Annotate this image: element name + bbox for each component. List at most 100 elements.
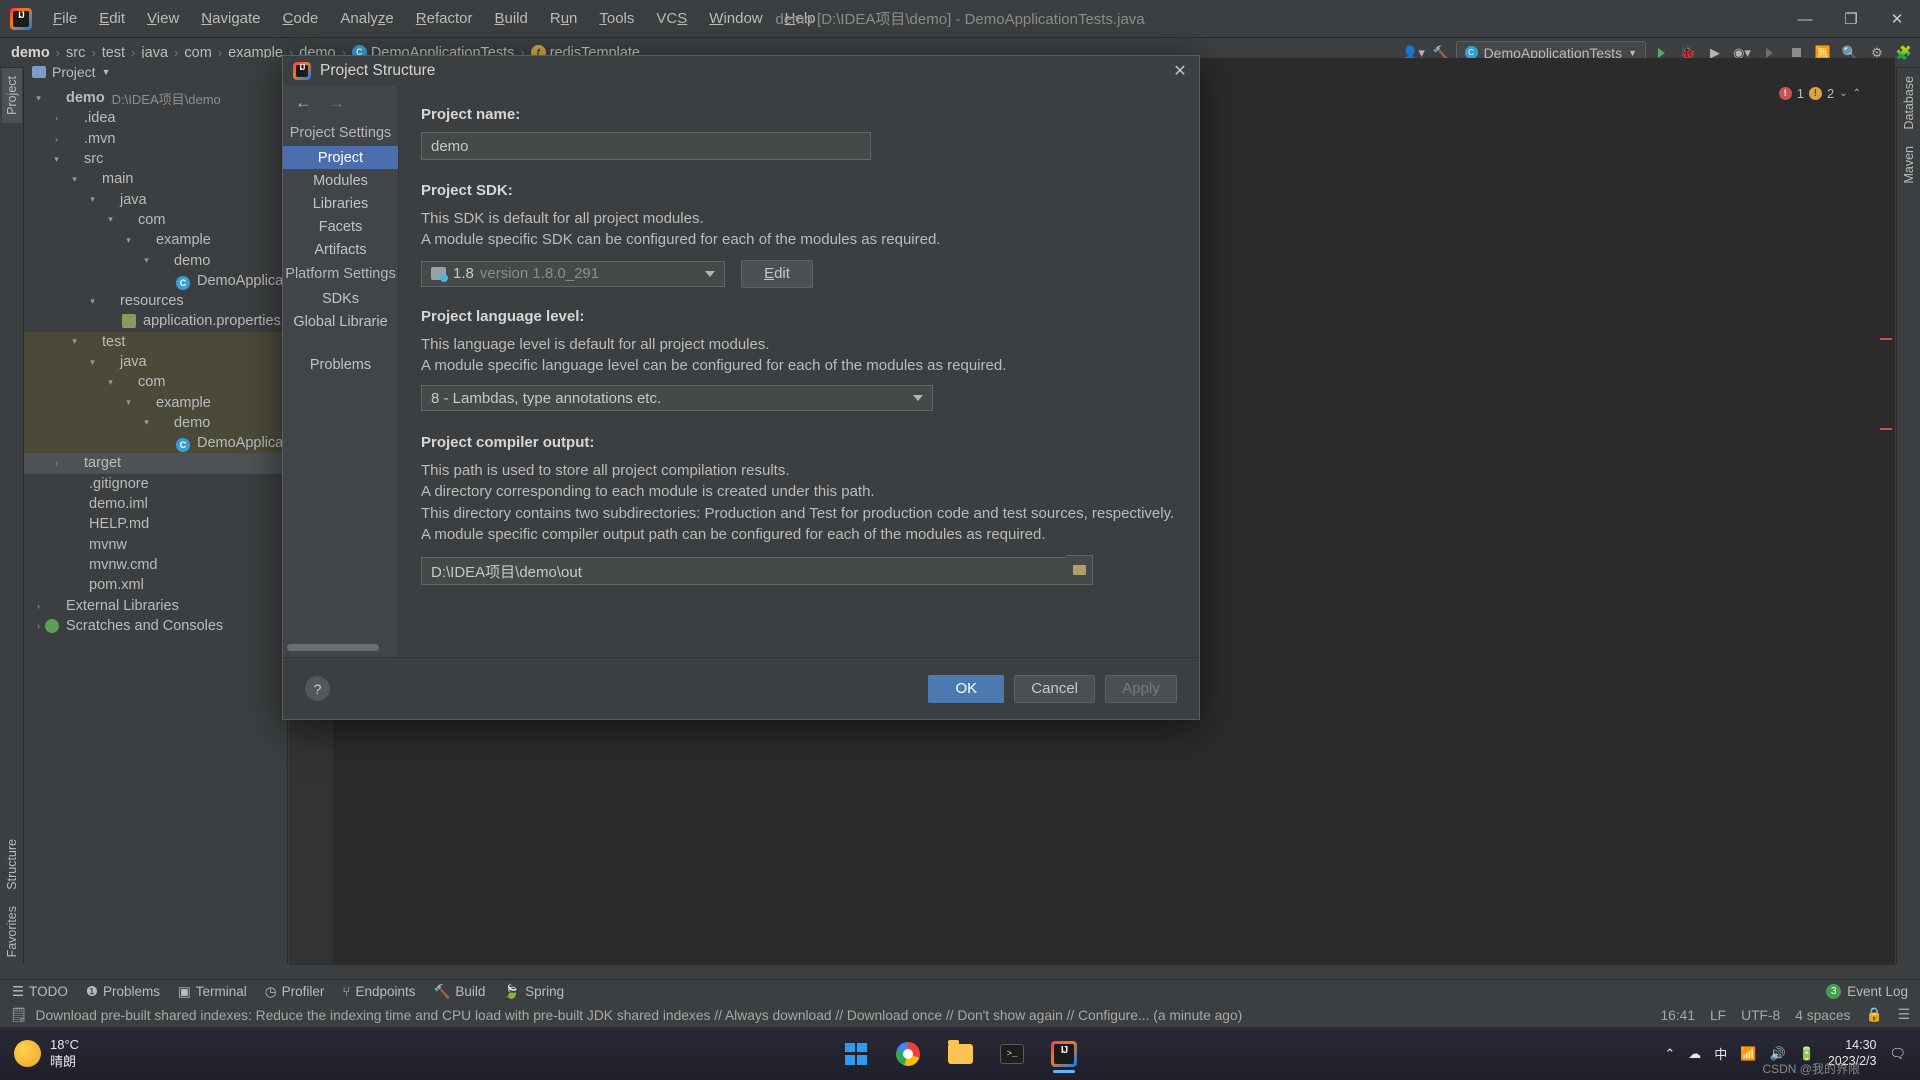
tool-button-profiler[interactable]: ◷ Profiler: [265, 984, 325, 1000]
expand-arrow-icon[interactable]: ▾: [86, 296, 99, 307]
lock-icon[interactable]: 🔒: [1865, 1007, 1882, 1023]
indent-setting[interactable]: 4 spaces: [1795, 1008, 1850, 1023]
tool-button-spring[interactable]: 🍃 Spring: [503, 984, 564, 1000]
expand-arrow-icon[interactable]: ›: [50, 113, 63, 123]
sidebar-item-problems[interactable]: Problems: [283, 353, 398, 376]
tool-button-todo[interactable]: ☰ TODO: [12, 984, 68, 1000]
tree-item-main-demo[interactable]: ▾ demo: [24, 250, 287, 270]
expand-arrow-icon[interactable]: ▾: [68, 336, 81, 347]
tool-tab-database[interactable]: Database: [1899, 68, 1919, 138]
wifi-icon[interactable]: 📶: [1740, 1046, 1756, 1062]
tree-item-target[interactable]: › target: [24, 453, 287, 474]
tool-button-endpoints[interactable]: ⑂ Endpoints: [342, 984, 415, 999]
tree-item-test-com[interactable]: ▾ com: [24, 372, 287, 393]
event-log-button[interactable]: 3 Event Log: [1826, 984, 1908, 999]
tree-item-idea[interactable]: › .idea: [24, 108, 287, 128]
close-icon[interactable]: ✕: [1169, 60, 1191, 82]
tree-item-main-example[interactable]: ▾ example: [24, 230, 287, 250]
taskbar-intellij[interactable]: IJ: [1044, 1034, 1084, 1074]
line-separator[interactable]: LF: [1710, 1008, 1726, 1023]
menu-window[interactable]: Window: [698, 6, 773, 31]
cancel-button[interactable]: Cancel: [1014, 674, 1095, 703]
language-level-dropdown[interactable]: 8 - Lambdas, type annotations etc.: [421, 385, 933, 412]
expand-arrow-icon[interactable]: ▾: [104, 377, 117, 388]
inspection-widget[interactable]: ! 1 ! 2 ⌄ ⌃: [1778, 86, 1861, 101]
close-button[interactable]: ✕: [1874, 0, 1920, 38]
tree-item-scratches[interactable]: › Scratches and Consoles: [24, 616, 287, 636]
file-encoding[interactable]: UTF-8: [1741, 1008, 1780, 1023]
taskbar-chrome[interactable]: [888, 1034, 928, 1074]
expand-arrow-icon[interactable]: ▾: [122, 235, 135, 246]
tool-button-problems[interactable]: ❶ Problems: [86, 984, 160, 1000]
help-button[interactable]: ?: [305, 676, 330, 701]
tree-item-application-properties[interactable]: application.properties: [24, 311, 287, 331]
menu-tools[interactable]: Tools: [588, 6, 645, 31]
tree-item-gitignore[interactable]: .gitignore: [24, 474, 287, 494]
expand-arrow-icon[interactable]: ▾: [68, 174, 81, 185]
sidebar-item-modules[interactable]: Modules: [283, 169, 398, 192]
project-name-input[interactable]: demo: [421, 132, 871, 160]
tool-button-build[interactable]: 🔨 Build: [434, 984, 486, 1000]
minimize-button[interactable]: —: [1782, 0, 1828, 38]
sidebar-item-artifacts[interactable]: Artifacts: [283, 238, 398, 261]
edit-sdk-button[interactable]: Edit: [741, 259, 813, 288]
taskbar-file-explorer[interactable]: [940, 1034, 980, 1074]
tree-item-main[interactable]: ▾ main: [24, 169, 287, 189]
tree-item-external-libraries[interactable]: › External Libraries: [24, 595, 287, 615]
menu-analyze[interactable]: Analyze: [329, 6, 404, 31]
browse-folder-icon[interactable]: [1067, 555, 1093, 586]
tree-item-demo-root[interactable]: ▾ demo D:\IDEA项目\demo: [24, 88, 287, 108]
sidebar-item-project[interactable]: Project: [283, 146, 398, 169]
tree-item-mvnw[interactable]: mvnw: [24, 535, 287, 555]
chevron-down-icon[interactable]: ▼: [102, 67, 111, 77]
menu-code[interactable]: Code: [272, 6, 330, 31]
tree-item-pom-xml[interactable]: pom.xml: [24, 575, 287, 595]
expand-arrow-icon[interactable]: ▾: [140, 417, 153, 428]
tree-item-main-java[interactable]: ▾ java: [24, 189, 287, 209]
ok-button[interactable]: OK: [928, 674, 1005, 703]
tree-item-test-example[interactable]: ▾ example: [24, 392, 287, 413]
expand-arrow-icon[interactable]: ›: [32, 621, 45, 631]
expand-arrow-icon[interactable]: ›: [50, 134, 63, 144]
expand-arrow-icon[interactable]: ▾: [32, 93, 45, 104]
back-arrow-icon[interactable]: ←: [295, 93, 312, 113]
menu-refactor[interactable]: Refactor: [405, 6, 484, 31]
expand-arrow-icon[interactable]: ▾: [104, 214, 117, 225]
expand-arrow-icon[interactable]: ▾: [50, 154, 63, 165]
tray-expand-icon[interactable]: ⌃: [1664, 1046, 1675, 1062]
tree-item-main-class[interactable]: C DemoApplicati: [24, 271, 291, 291]
expand-arrow-icon[interactable]: ›: [32, 601, 45, 611]
ime-indicator[interactable]: 中: [1714, 1044, 1727, 1063]
tool-tab-favorites[interactable]: Favorites: [2, 898, 22, 965]
sidebar-horizontal-scrollbar[interactable]: [287, 644, 379, 651]
sidebar-item-global-libraries[interactable]: Global Librarie: [283, 310, 398, 333]
weather-widget[interactable]: 18°C 晴朗: [0, 1037, 79, 1070]
cloud-icon[interactable]: ☁: [1688, 1046, 1701, 1062]
menu-edit[interactable]: Edit: [88, 6, 136, 31]
expand-arrow-icon[interactable]: ▾: [86, 357, 99, 368]
expand-arrow-icon[interactable]: ▾: [86, 194, 99, 205]
tree-item-src[interactable]: ▾ src: [24, 149, 287, 169]
compiler-output-input[interactable]: D:\IDEA项目\demo\out: [421, 557, 1067, 586]
tree-item-mvnw-cmd[interactable]: mvnw.cmd: [24, 555, 287, 575]
tool-tab-project[interactable]: Project: [1, 68, 22, 123]
menu-navigate[interactable]: Navigate: [190, 6, 271, 31]
tree-item-test-demo[interactable]: ▾ demo: [24, 412, 287, 434]
chevron-down-icon[interactable]: [705, 270, 715, 277]
tool-tab-structure[interactable]: Structure: [2, 831, 22, 898]
menu-file[interactable]: File: [42, 6, 88, 31]
tree-item-help-md[interactable]: HELP.md: [24, 514, 287, 534]
tree-item-mvn[interactable]: › .mvn: [24, 129, 287, 149]
expand-arrow-icon[interactable]: ▾: [140, 255, 153, 266]
tree-item-test-class[interactable]: C DemoApplicati: [24, 433, 291, 454]
menu-build[interactable]: Build: [483, 6, 538, 31]
tree-item-test-java[interactable]: ▾ java: [24, 351, 287, 373]
taskbar-terminal[interactable]: >_: [992, 1034, 1032, 1074]
tree-item-demo-iml[interactable]: demo.iml: [24, 494, 287, 514]
inspections-icon[interactable]: ☰: [1898, 1007, 1910, 1023]
sidebar-item-sdks[interactable]: SDKs: [283, 287, 398, 310]
chevron-up-icon[interactable]: ⌃: [1853, 88, 1861, 99]
start-button[interactable]: [836, 1034, 876, 1074]
expand-arrow-icon[interactable]: ▾: [122, 397, 135, 408]
sidebar-item-facets[interactable]: Facets: [283, 215, 398, 238]
